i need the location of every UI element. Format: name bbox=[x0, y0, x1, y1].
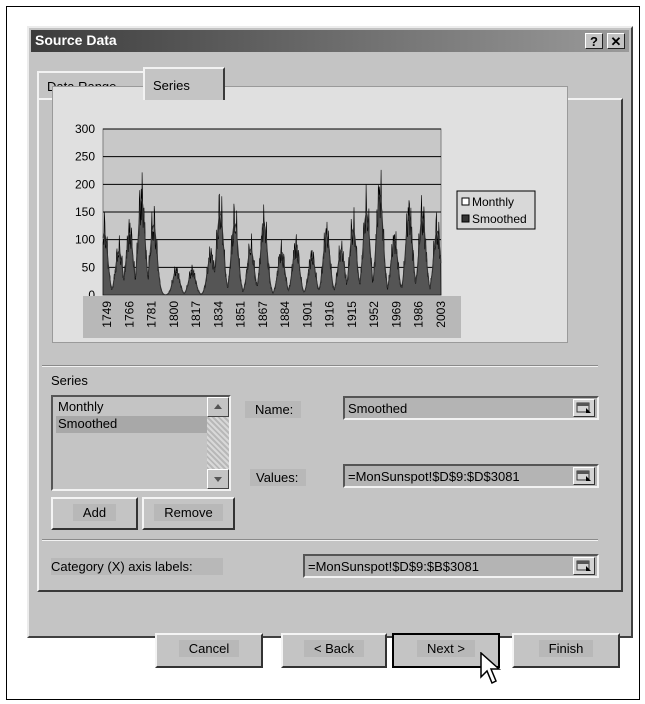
dialog-title: Source Data bbox=[35, 32, 117, 48]
x-tick-label: 1952 bbox=[367, 301, 381, 328]
range-collapse-icon bbox=[576, 560, 591, 571]
name-label: Name: bbox=[245, 401, 302, 418]
y-tick-label: 50 bbox=[82, 260, 96, 274]
values-field-value: =MonSunspot!$D$9:$D$3081 bbox=[348, 469, 520, 484]
close-button[interactable]: ✕ bbox=[607, 33, 625, 49]
remove-series-label: Remove bbox=[154, 504, 223, 521]
range-collapse-icon bbox=[576, 402, 591, 413]
x-tick-label: 1749 bbox=[100, 301, 114, 328]
mouse-cursor-icon bbox=[480, 652, 501, 685]
x-tick-label: 1817 bbox=[189, 301, 203, 328]
y-tick-label: 150 bbox=[75, 205, 95, 219]
x-tick-label: 1800 bbox=[167, 301, 181, 328]
series-listbox[interactable]: Monthly Smoothed bbox=[51, 395, 231, 491]
category-range-selector-button[interactable] bbox=[573, 557, 595, 575]
arrow-down-icon bbox=[214, 477, 222, 482]
x-tick-label: 1834 bbox=[211, 301, 225, 328]
category-axis-field-value: =MonSunspot!$D$9:$B$3081 bbox=[308, 559, 479, 574]
x-axis-label-strip bbox=[83, 296, 461, 338]
sunspot-chart: 0501001502002503001749 1766 1781 1800 1817 18… bbox=[75, 122, 536, 338]
x-tick-label: 1916 bbox=[323, 301, 337, 328]
series-list-item-monthly[interactable]: Monthly bbox=[56, 399, 210, 416]
values-label: Values: bbox=[250, 469, 307, 486]
chart-preview: 0 50 100 150 200 250 300 1749 1766 1781 1800 1817 18… bbox=[52, 86, 568, 343]
tab-series[interactable]: Series bbox=[143, 67, 225, 100]
name-range-selector-button[interactable] bbox=[573, 399, 595, 417]
title-bar[interactable]: Source Data ? ✕ bbox=[31, 30, 629, 52]
x-tick-label: 1781 bbox=[145, 301, 159, 328]
y-tick-label: 250 bbox=[75, 150, 95, 164]
x-tick-label: 1867 bbox=[256, 301, 270, 328]
x-tick-label: 1915 bbox=[345, 301, 359, 328]
arrow-up-icon bbox=[214, 404, 222, 409]
help-button[interactable]: ? bbox=[585, 33, 603, 49]
separator-top bbox=[42, 365, 598, 367]
x-tick-label: 2003 bbox=[434, 301, 448, 328]
y-tick-label: 300 bbox=[75, 122, 95, 136]
x-tick-label: 1884 bbox=[278, 301, 292, 328]
next-label: Next > bbox=[417, 640, 475, 657]
finish-button[interactable]: Finish bbox=[512, 633, 620, 668]
x-tick-label: 1901 bbox=[300, 301, 314, 328]
category-axis-field[interactable]: =MonSunspot!$D$9:$B$3081 bbox=[303, 554, 599, 578]
x-tick-label: 1851 bbox=[234, 301, 248, 328]
values-range-selector-button[interactable] bbox=[573, 467, 595, 485]
back-label: < Back bbox=[303, 640, 365, 657]
legend-swatch bbox=[461, 214, 470, 223]
name-field[interactable]: Smoothed bbox=[343, 396, 599, 420]
tab-series-label: Series bbox=[153, 78, 190, 93]
category-axis-label: Category (X) axis labels: bbox=[51, 558, 223, 575]
scroll-up-button[interactable] bbox=[207, 397, 229, 417]
x-tick-label: 1766 bbox=[122, 301, 136, 328]
scroll-down-button[interactable] bbox=[207, 469, 229, 489]
separator-bottom bbox=[42, 539, 598, 541]
values-field[interactable]: =MonSunspot!$D$9:$D$3081 bbox=[343, 464, 599, 488]
cancel-label: Cancel bbox=[178, 640, 240, 657]
add-series-button[interactable]: Add bbox=[51, 497, 138, 530]
x-tick-label: 1986 bbox=[412, 301, 426, 328]
range-collapse-icon bbox=[576, 470, 591, 481]
legend-swatch bbox=[461, 197, 470, 206]
remove-series-button[interactable]: Remove bbox=[142, 497, 235, 530]
add-series-label: Add bbox=[72, 504, 117, 521]
y-tick-label: 100 bbox=[75, 233, 95, 247]
back-button[interactable]: < Back bbox=[281, 633, 387, 668]
x-tick-label: 1969 bbox=[389, 301, 403, 328]
series-list-scrollbar[interactable] bbox=[207, 397, 229, 489]
name-field-value: Smoothed bbox=[348, 401, 408, 416]
legend-entry: Monthly bbox=[472, 195, 514, 209]
finish-label: Finish bbox=[538, 640, 594, 657]
series-list-item-smoothed[interactable]: Smoothed bbox=[56, 416, 210, 433]
cancel-button[interactable]: Cancel bbox=[155, 633, 263, 668]
series-section-label: Series bbox=[51, 373, 88, 388]
y-tick-label: 200 bbox=[75, 177, 95, 191]
legend-entry: Smoothed bbox=[472, 212, 527, 226]
